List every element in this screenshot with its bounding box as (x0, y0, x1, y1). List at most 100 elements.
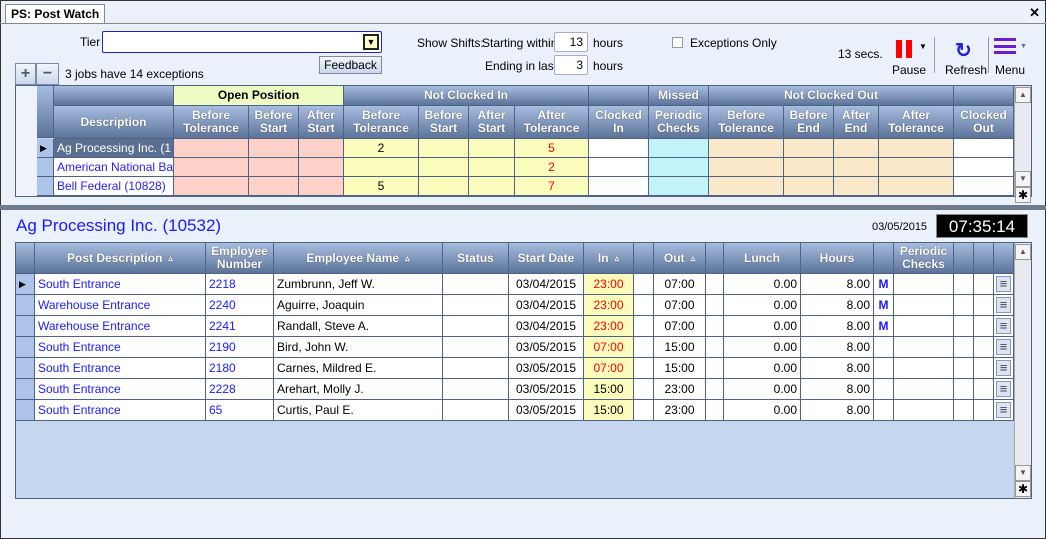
column-header[interactable]: Post Description ▵ (35, 243, 206, 274)
exception-count-cell[interactable]: 7 (515, 177, 589, 196)
expand-all-button[interactable]: + (15, 63, 36, 85)
post-description[interactable]: Warehouse Entrance (35, 295, 206, 316)
exception-count-cell[interactable] (879, 139, 954, 158)
exception-count-cell[interactable]: 2 (515, 158, 589, 177)
sort-icon[interactable]: ▵ (405, 252, 410, 265)
column-header[interactable]: Periodic Checks (894, 243, 954, 274)
column-header[interactable]: After Start (299, 106, 344, 139)
scroll-up-icon[interactable]: ▲ (1015, 244, 1031, 260)
job-description[interactable]: Bell Federal (10828) (54, 177, 174, 196)
exception-count-cell[interactable] (249, 158, 299, 177)
exception-count-cell[interactable]: 5 (344, 177, 419, 196)
exception-count-cell[interactable] (589, 177, 649, 196)
exception-count-cell[interactable] (709, 158, 784, 177)
row-menu[interactable]: ≡ (994, 358, 1014, 379)
ending-in-last-input[interactable]: 3 (554, 55, 588, 75)
column-header[interactable]: Employee Number (206, 243, 274, 274)
column-header[interactable]: Before Start (419, 106, 469, 139)
employee-number[interactable]: 2190 (206, 337, 274, 358)
exception-count-cell[interactable] (174, 139, 249, 158)
row-indicator[interactable]: ▶ (16, 274, 35, 295)
menu-button[interactable]: ▼ Menu (992, 36, 1032, 77)
exception-count-cell[interactable] (589, 139, 649, 158)
column-header[interactable]: Status (443, 243, 509, 274)
row-menu[interactable]: ≡ (994, 295, 1014, 316)
row-indicator[interactable]: ▶ (37, 139, 54, 158)
column-header[interactable]: Lunch (724, 243, 801, 274)
exception-count-cell[interactable] (344, 158, 419, 177)
exception-count-cell[interactable] (174, 158, 249, 177)
column-header[interactable]: Before Start (249, 106, 299, 139)
vertical-scrollbar[interactable]: ▲ ▼ ✱ (1014, 243, 1031, 498)
job-description[interactable]: Ag Processing Inc. (1 (54, 139, 174, 158)
post-description[interactable]: South Entrance (35, 358, 206, 379)
row-menu-icon[interactable]: ≡ (996, 381, 1011, 397)
chevron-down-icon[interactable]: ▼ (363, 34, 379, 50)
row-menu[interactable]: ≡ (994, 400, 1014, 421)
row-menu[interactable]: ≡ (994, 316, 1014, 337)
exception-count-cell[interactable] (784, 139, 834, 158)
new-row-icon[interactable]: ✱ (1015, 481, 1031, 497)
pause-button[interactable]: ▼ Pause (890, 38, 934, 78)
exceptions-only-label[interactable]: Exceptions Only (690, 36, 777, 50)
exception-count-cell[interactable] (879, 158, 954, 177)
column-header[interactable]: Before Tolerance (174, 106, 249, 139)
row-menu-icon[interactable]: ≡ (996, 318, 1011, 334)
row-indicator[interactable] (16, 337, 35, 358)
scroll-down-icon[interactable]: ▼ (1015, 171, 1031, 187)
column-header[interactable]: Description (54, 106, 174, 139)
column-header[interactable]: Hours (801, 243, 874, 274)
column-header[interactable]: Before Tolerance (709, 106, 784, 139)
row-indicator[interactable] (37, 158, 54, 177)
refresh-button[interactable]: ↻ Refresh (943, 36, 987, 77)
exceptions-only-checkbox[interactable] (672, 37, 683, 48)
column-header[interactable]: Start Date (509, 243, 584, 274)
row-indicator[interactable] (37, 177, 54, 196)
column-header[interactable]: Employee Name ▵ (274, 243, 443, 274)
column-header[interactable]: Clocked Out (954, 106, 1014, 139)
employee-number[interactable]: 2240 (206, 295, 274, 316)
row-indicator[interactable] (16, 358, 35, 379)
column-header[interactable]: Before Tolerance (344, 106, 419, 139)
row-menu-icon[interactable]: ≡ (996, 276, 1011, 292)
exception-count-cell[interactable] (469, 177, 515, 196)
sort-icon[interactable]: ▵ (615, 252, 620, 265)
scroll-up-icon[interactable]: ▲ (1015, 87, 1031, 103)
row-menu-icon[interactable]: ≡ (996, 339, 1011, 355)
row-menu[interactable]: ≡ (994, 379, 1014, 400)
exception-count-cell[interactable] (299, 177, 344, 196)
exception-count-cell[interactable]: 2 (344, 139, 419, 158)
row-menu-icon[interactable]: ≡ (996, 402, 1011, 418)
row-menu-icon[interactable]: ≡ (996, 297, 1011, 313)
tier-dropdown[interactable]: ▼ (102, 31, 382, 53)
exception-count-cell[interactable] (784, 177, 834, 196)
row-indicator[interactable] (16, 400, 35, 421)
exception-count-cell[interactable] (649, 177, 709, 196)
employee-number[interactable]: 2180 (206, 358, 274, 379)
column-header[interactable] (994, 243, 1014, 274)
column-header[interactable] (954, 243, 974, 274)
exception-count-cell[interactable] (954, 177, 1014, 196)
column-header[interactable]: In ▵ (584, 243, 634, 274)
vertical-scrollbar[interactable]: ▲ ▼ ✱ (1014, 86, 1031, 203)
new-row-icon[interactable]: ✱ (1015, 187, 1031, 203)
sort-icon[interactable]: ▵ (168, 252, 173, 265)
exception-count-cell[interactable] (419, 158, 469, 177)
column-header[interactable]: After Tolerance (879, 106, 954, 139)
exception-count-cell[interactable]: 5 (515, 139, 589, 158)
column-header[interactable]: Out ▵ (654, 243, 706, 274)
row-menu[interactable]: ≡ (994, 274, 1014, 295)
row-indicator[interactable] (16, 295, 35, 316)
column-header[interactable] (706, 243, 724, 274)
exception-count-cell[interactable] (834, 177, 879, 196)
exception-count-cell[interactable] (419, 177, 469, 196)
splitter[interactable] (0, 205, 1046, 210)
post-description[interactable]: South Entrance (35, 337, 206, 358)
exception-count-cell[interactable] (649, 139, 709, 158)
post-description[interactable]: South Entrance (35, 400, 206, 421)
exception-count-cell[interactable] (879, 177, 954, 196)
post-description[interactable]: South Entrance (35, 274, 206, 295)
exception-count-cell[interactable] (649, 158, 709, 177)
job-description[interactable]: American National Ba (54, 158, 174, 177)
exception-count-cell[interactable] (299, 139, 344, 158)
